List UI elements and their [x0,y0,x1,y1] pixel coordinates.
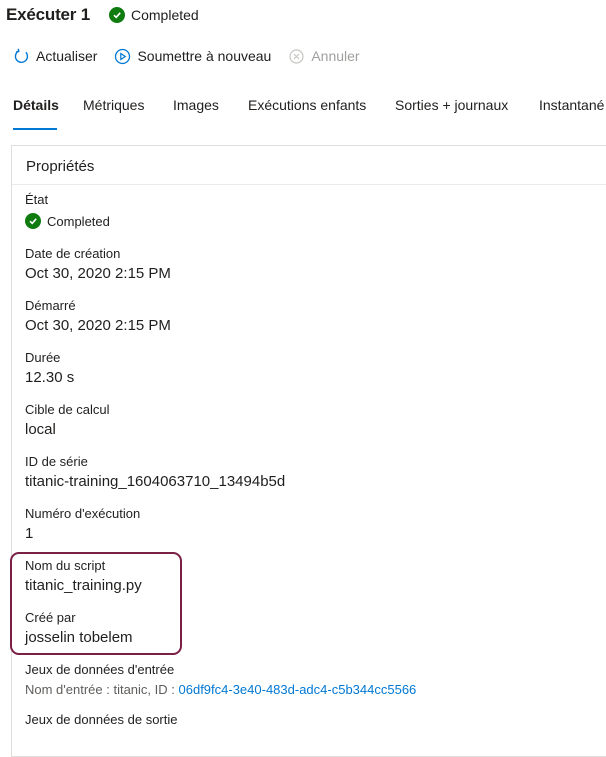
series-id-label: ID de série [25,454,88,469]
play-circle-icon [113,47,131,65]
highlight-box [10,552,182,655]
input-dataset-prefix: Nom d'entrée : titanic, ID : [25,682,179,697]
properties-title: Propriétés [26,158,95,175]
tab-child-runs[interactable]: Exécutions enfants [248,97,366,113]
check-circle-icon [109,7,125,23]
run-status-text: Completed [131,7,199,23]
refresh-icon [12,47,30,65]
refresh-label: Actualiser [36,48,98,64]
refresh-button[interactable]: Actualiser [12,47,97,65]
run-header: Exécuter 1 Completed [6,4,199,26]
run-number-value: 1 [25,525,34,542]
resubmit-button[interactable]: Soumettre à nouveau [113,47,271,65]
resubmit-label: Soumettre à nouveau [137,48,272,64]
check-circle-icon [25,213,41,229]
tab-bar: Détails Métriques Images Exécutions enfa… [13,97,606,131]
run-title: Exécuter 1 [6,5,90,24]
compute-target-value: local [25,421,56,438]
tab-details[interactable]: Détails [13,97,59,113]
active-tab-indicator [13,128,57,130]
cancel-button[interactable]: Annuler [287,47,360,65]
state-label: État [25,192,49,207]
run-status: Completed [109,7,199,23]
tab-snapshot[interactable]: Instantané [539,97,604,113]
tab-outputs-logs[interactable]: Sorties + journaux [395,97,508,113]
state-value: Completed [25,213,110,229]
tab-metrics[interactable]: Métriques [83,97,144,113]
created-value: Oct 30, 2020 2:15 PM [25,265,171,282]
started-label: Démarré [25,298,76,313]
output-datasets-label: Jeux de données de sortie [25,712,178,727]
created-label: Date de création [25,246,121,261]
started-value: Oct 30, 2020 2:15 PM [25,317,171,334]
run-number-label: Numéro d'exécution [25,506,141,521]
series-id-value: titanic-training_1604063710_13494b5d [25,473,286,490]
cancel-label: Annuler [311,48,360,64]
input-dataset-entry: Nom d'entrée : titanic, ID : 06df9fc4-3e… [25,682,416,697]
command-bar: Actualiser Soumettre à nouveau Annuler [12,45,376,67]
state-value-text: Completed [47,213,110,229]
tab-images[interactable]: Images [173,97,219,113]
input-datasets-label: Jeux de données d'entrée [25,662,175,677]
card-divider [12,184,606,185]
cancel-circle-icon [287,47,305,65]
compute-target-label: Cible de calcul [25,402,110,417]
duration-label: Durée [25,350,61,365]
duration-value: 12.30 s [25,369,75,386]
input-dataset-id-link[interactable]: 06df9fc4-3e40-483d-adc4-c5b344cc5566 [179,682,417,697]
